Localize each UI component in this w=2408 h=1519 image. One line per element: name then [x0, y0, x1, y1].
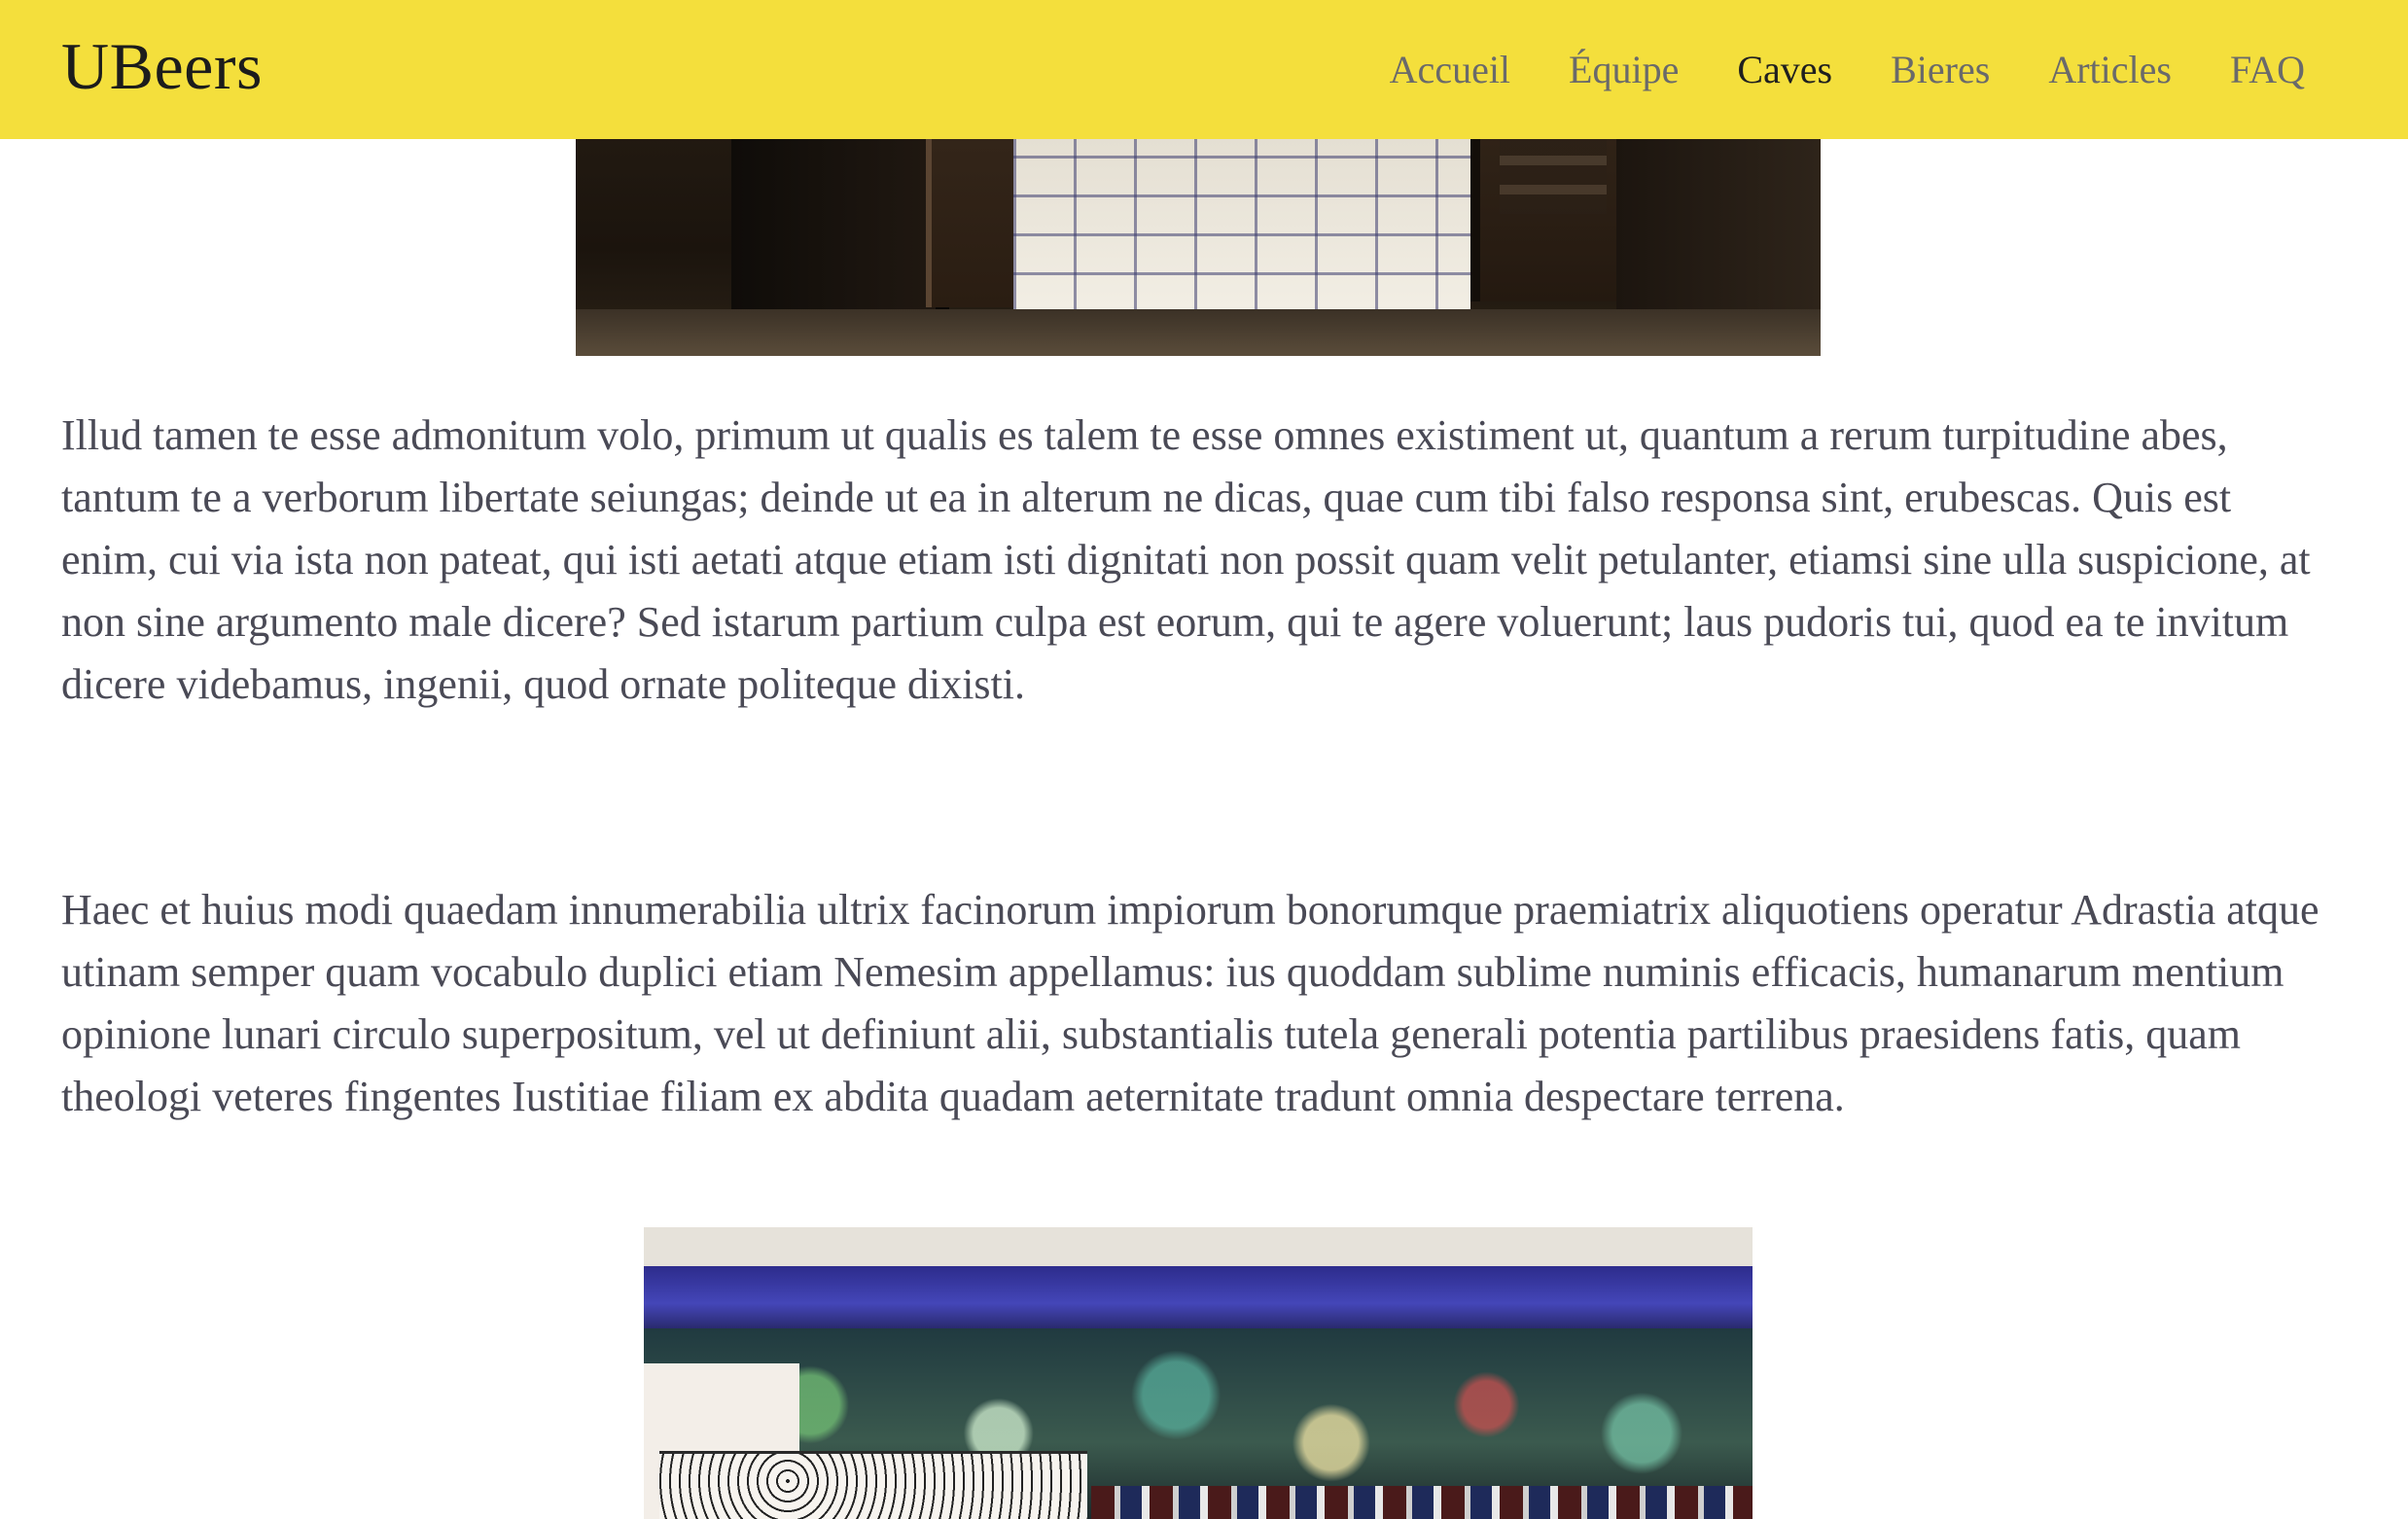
- nav-link-faq[interactable]: FAQ: [2230, 43, 2305, 97]
- nav-item-caves: Caves: [1737, 43, 1832, 97]
- main-content: Illud tamen te esse admonitum volo, prim…: [0, 0, 2408, 1519]
- nav-item-faq: FAQ: [2230, 43, 2305, 97]
- nav-item-articles: Articles: [2048, 43, 2172, 97]
- nav-item-accueil: Accueil: [1390, 43, 1510, 97]
- cave-bottles-image: [644, 1227, 1753, 1519]
- nav-link-equipe[interactable]: Équipe: [1569, 43, 1679, 97]
- site-header: UBeers Accueil Équipe Caves Bieres Artic…: [0, 0, 2408, 139]
- nav-item-equipe: Équipe: [1569, 43, 1679, 97]
- nav-link-articles[interactable]: Articles: [2048, 43, 2172, 97]
- article-paragraph-1: Illud tamen te esse admonitum volo, prim…: [61, 411, 2311, 708]
- main-nav: Accueil Équipe Caves Bieres Articles FAQ: [1390, 43, 2305, 97]
- nav-link-caves[interactable]: Caves: [1737, 43, 1832, 97]
- nav-item-bieres: Bieres: [1891, 43, 1990, 97]
- brand-logo-link[interactable]: UBeers: [61, 25, 263, 107]
- nav-link-bieres[interactable]: Bieres: [1891, 43, 1990, 97]
- article-paragraph-2: Haec et huius modi quaedam innumerabilia…: [61, 886, 2319, 1120]
- nav-link-accueil[interactable]: Accueil: [1390, 43, 1510, 97]
